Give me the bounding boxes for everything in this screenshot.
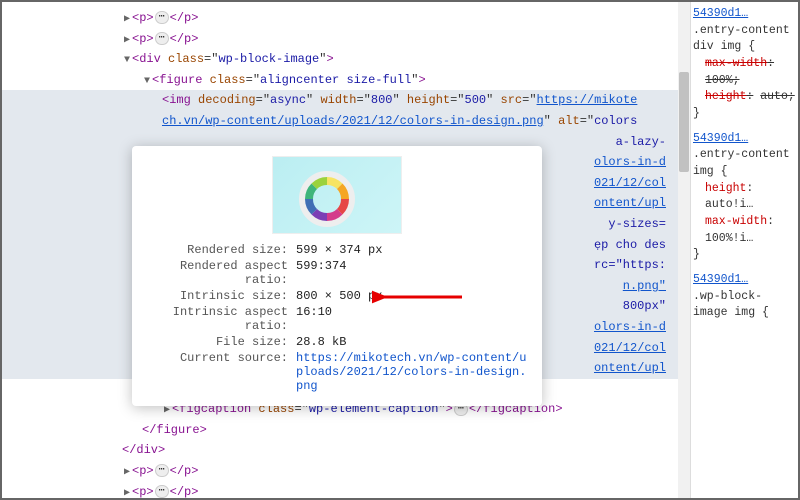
attr-class-value: wp-block-image [218, 52, 319, 66]
attr-class-value: aligncenter size-full [260, 73, 411, 87]
ellipsis-icon[interactable]: ⋯ [155, 32, 169, 45]
dom-node-div-close[interactable]: </div> [2, 440, 690, 461]
stylesheet-link[interactable]: 54390d1… [693, 132, 748, 145]
tag-p-close: </p> [170, 32, 199, 46]
dom-node-p[interactable]: ▶<p>⋯</p> [2, 8, 690, 29]
css-rule[interactable]: 54390d1… .entry-content div img { max-wi… [693, 6, 796, 123]
scrollbar-track[interactable] [678, 2, 690, 498]
css-rule[interactable]: 54390d1… .wp-block-image img { [693, 272, 796, 322]
scrollbar-thumb[interactable] [679, 72, 689, 172]
ellipsis-icon[interactable]: ⋯ [155, 464, 169, 477]
dom-node-figure[interactable]: ▼<figure class="aligncenter size-full"> [2, 70, 690, 91]
tag-p-open: <p> [132, 11, 154, 25]
intrinsic-size-value: 800 × 500 px [296, 289, 528, 303]
css-selector: .entry-content img { [693, 147, 796, 180]
css-value: auto!i… [705, 198, 753, 211]
current-source-value[interactable]: https://mikotech.vn/wp-content/uploads/2… [296, 351, 528, 393]
css-value: 100%!i… [705, 232, 753, 245]
ellipsis-icon[interactable]: ⋯ [155, 485, 169, 498]
img-src-link[interactable]: ch.vn/wp-content/uploads/2021/12/colors-… [162, 114, 544, 128]
intrinsic-ar-label: Intrinsic aspect ratio: [146, 305, 296, 333]
stylesheet-link[interactable]: 54390d1… [693, 7, 748, 20]
dom-node-div-wp-block-image[interactable]: ▼<div class="wp-block-image"> [2, 49, 690, 70]
dom-node-figure-close[interactable]: </figure> [2, 420, 690, 441]
tag-p-open: <p> [132, 32, 154, 46]
img-src-link[interactable]: https://mikote [537, 93, 638, 107]
current-source-label: Current source: [146, 351, 296, 393]
expand-arrow-icon[interactable]: ▶ [122, 12, 132, 28]
css-property: height [705, 182, 746, 195]
css-value: 100%; [705, 74, 740, 87]
css-property: max-width [705, 215, 767, 228]
expand-arrow-icon[interactable]: ▶ [122, 486, 132, 498]
tag-p-close: </p> [170, 11, 199, 25]
dom-node-p[interactable]: ▶<p>⋯</p> [2, 461, 690, 482]
ellipsis-icon[interactable]: ⋯ [155, 11, 169, 24]
css-selector: .wp-block-image img { [693, 289, 796, 322]
css-rule[interactable]: 54390d1… .entry-content img { height: au… [693, 131, 796, 264]
expand-arrow-icon[interactable]: ▶ [122, 465, 132, 481]
collapse-arrow-icon[interactable]: ▼ [122, 53, 132, 69]
dom-node-p[interactable]: ▶<p>⋯</p> [2, 29, 690, 50]
image-hover-tooltip: Rendered size:599 × 374 px Rendered aspe… [132, 146, 542, 406]
css-property: max-width [705, 57, 767, 70]
rendered-size-value: 599 × 374 px [296, 243, 528, 257]
css-selector: .entry-content div img { [693, 23, 796, 56]
expand-arrow-icon[interactable]: ▶ [122, 33, 132, 49]
tag-img: img [169, 93, 191, 107]
collapse-arrow-icon[interactable]: ▼ [142, 74, 152, 90]
css-property: height [705, 90, 746, 103]
rendered-size-label: Rendered size: [146, 243, 296, 257]
dom-node-p[interactable]: ▶<p>⋯</p> [2, 482, 690, 498]
rendered-ar-value: 599:374 [296, 259, 528, 287]
file-size-label: File size: [146, 335, 296, 349]
image-thumbnail [272, 156, 402, 234]
intrinsic-ar-value: 16:10 [296, 305, 528, 333]
rendered-ar-label: Rendered aspect ratio: [146, 259, 296, 287]
file-size-value: 28.8 kB [296, 335, 528, 349]
intrinsic-size-label: Intrinsic size: [146, 289, 296, 303]
css-value: auto; [760, 90, 795, 103]
styles-panel[interactable]: 54390d1… .entry-content div img { max-wi… [690, 2, 798, 498]
stylesheet-link[interactable]: 54390d1… [693, 273, 748, 286]
elements-panel[interactable]: ▶<p>⋯</p> ▶<p>⋯</p> ▼<div class="wp-bloc… [2, 2, 690, 498]
